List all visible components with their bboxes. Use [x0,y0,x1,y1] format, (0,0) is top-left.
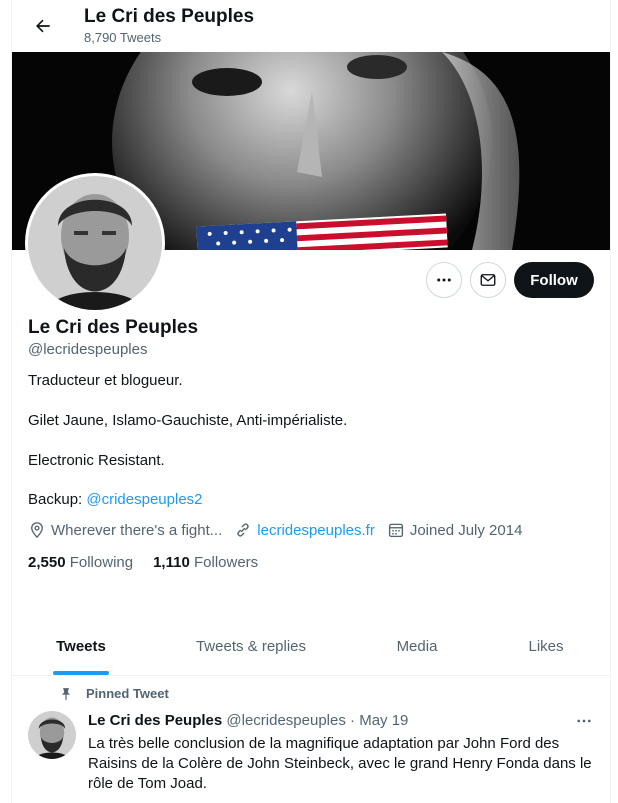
more-dots-icon [437,278,451,282]
follow-button[interactable]: Follow [514,262,594,298]
tweet-author-avatar[interactable] [28,711,76,759]
profile-handle: @lecridespeuples [28,341,148,358]
pinned-tweet-label: Pinned Tweet [59,686,169,701]
website: lecridespeuples.fr [234,521,375,539]
location-pin-icon [31,522,43,539]
bio-line-1: Traducteur et blogueur. [28,372,183,389]
profile-name: Le Cri des Peuples [28,317,199,338]
tab-label: Media [396,637,438,655]
tweet-more-button[interactable] [572,711,596,731]
tab-media[interactable]: Media [352,617,482,675]
tweet-date[interactable]: May 19 [359,712,408,729]
follow-counts: 2,550 Following 1,110 Followers [28,554,278,571]
tweet-count: 8,790 Tweets [84,30,162,45]
tweet-text: La très belle conclusion de la magnifiqu… [88,735,592,792]
bio-line-2: Gilet Jaune, Islamo-Gauchiste, Anti-impé… [28,412,348,429]
join-date-text: Joined July 2014 [409,521,523,539]
following-link[interactable]: 2,550 Following [28,554,133,571]
location-text: Wherever there's a fight... [51,521,223,539]
following-count: 2,550 [28,554,66,571]
tab-tweets[interactable]: Tweets [12,617,150,675]
profile-meta: Wherever there's a fight... lecridespeup… [28,521,534,539]
tweet-author-handle[interactable]: @lecridespeuples [226,712,345,729]
profile-avatar[interactable] [25,173,165,313]
join-date: Joined July 2014 [387,521,523,539]
following-label: Following [69,554,134,571]
location: Wherever there's a fight... [28,521,222,539]
bio-line-3: Electronic Resistant. [28,452,165,469]
more-options-button[interactable] [426,262,462,298]
tab-tweets-replies[interactable]: Tweets & replies [150,617,352,675]
followers-count: 1,110 [153,554,190,571]
link-icon [237,523,249,537]
profile-column: Le Cri des Peuples 8,790 Tweets Follow L… [11,0,611,803]
tweet-separator: · [350,712,356,729]
message-button[interactable] [470,262,506,298]
arrow-left-icon [36,19,50,33]
active-tab-indicator [53,671,109,675]
envelope-icon [480,274,496,286]
website-link[interactable]: lecridespeuples.fr [257,522,375,539]
header-title: Le Cri des Peuples [84,6,255,27]
bio-backup-line: Backup: @cridespeuples2 [28,491,203,508]
more-dots-icon [577,719,591,723]
tab-label: Tweets [56,637,106,655]
pin-icon [61,687,71,700]
tab-likes[interactable]: Likes [482,617,610,675]
top-bar: Le Cri des Peuples 8,790 Tweets [12,0,610,52]
tab-label: Tweets & replies [195,637,307,655]
avatar-portrait-image [28,176,162,310]
profile-tabs: Tweets Tweets & replies Media Likes [12,617,610,676]
tweet-header: Le Cri des Peuples @lecridespeuples · Ma… [88,712,408,729]
avatar-portrait-image [28,711,76,759]
back-button[interactable] [30,13,56,39]
pinned-text: Pinned Tweet [86,686,169,701]
followers-link[interactable]: 1,110 Followers [153,554,258,571]
backup-account-link[interactable]: @cridespeuples2 [86,491,202,508]
bio-backup-prefix: Backup: [28,491,87,508]
tab-label: Likes [528,637,564,655]
tweet-author-name[interactable]: Le Cri des Peuples [88,712,222,729]
calendar-icon [388,523,403,538]
followers-label: Followers [193,554,259,571]
